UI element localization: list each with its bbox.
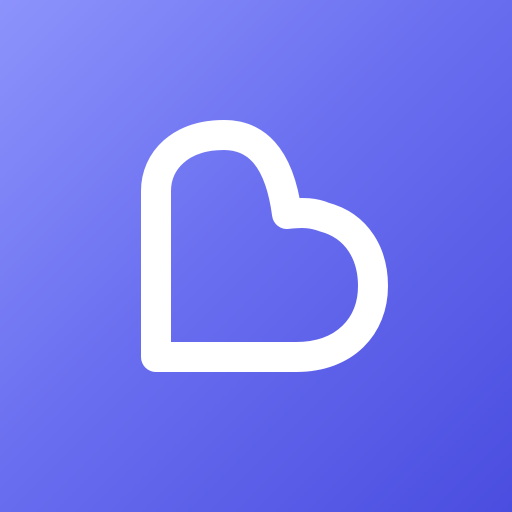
app-icon-background [0,0,512,512]
heart-b-logo-icon [141,120,388,372]
heart-b-mark [141,120,388,372]
